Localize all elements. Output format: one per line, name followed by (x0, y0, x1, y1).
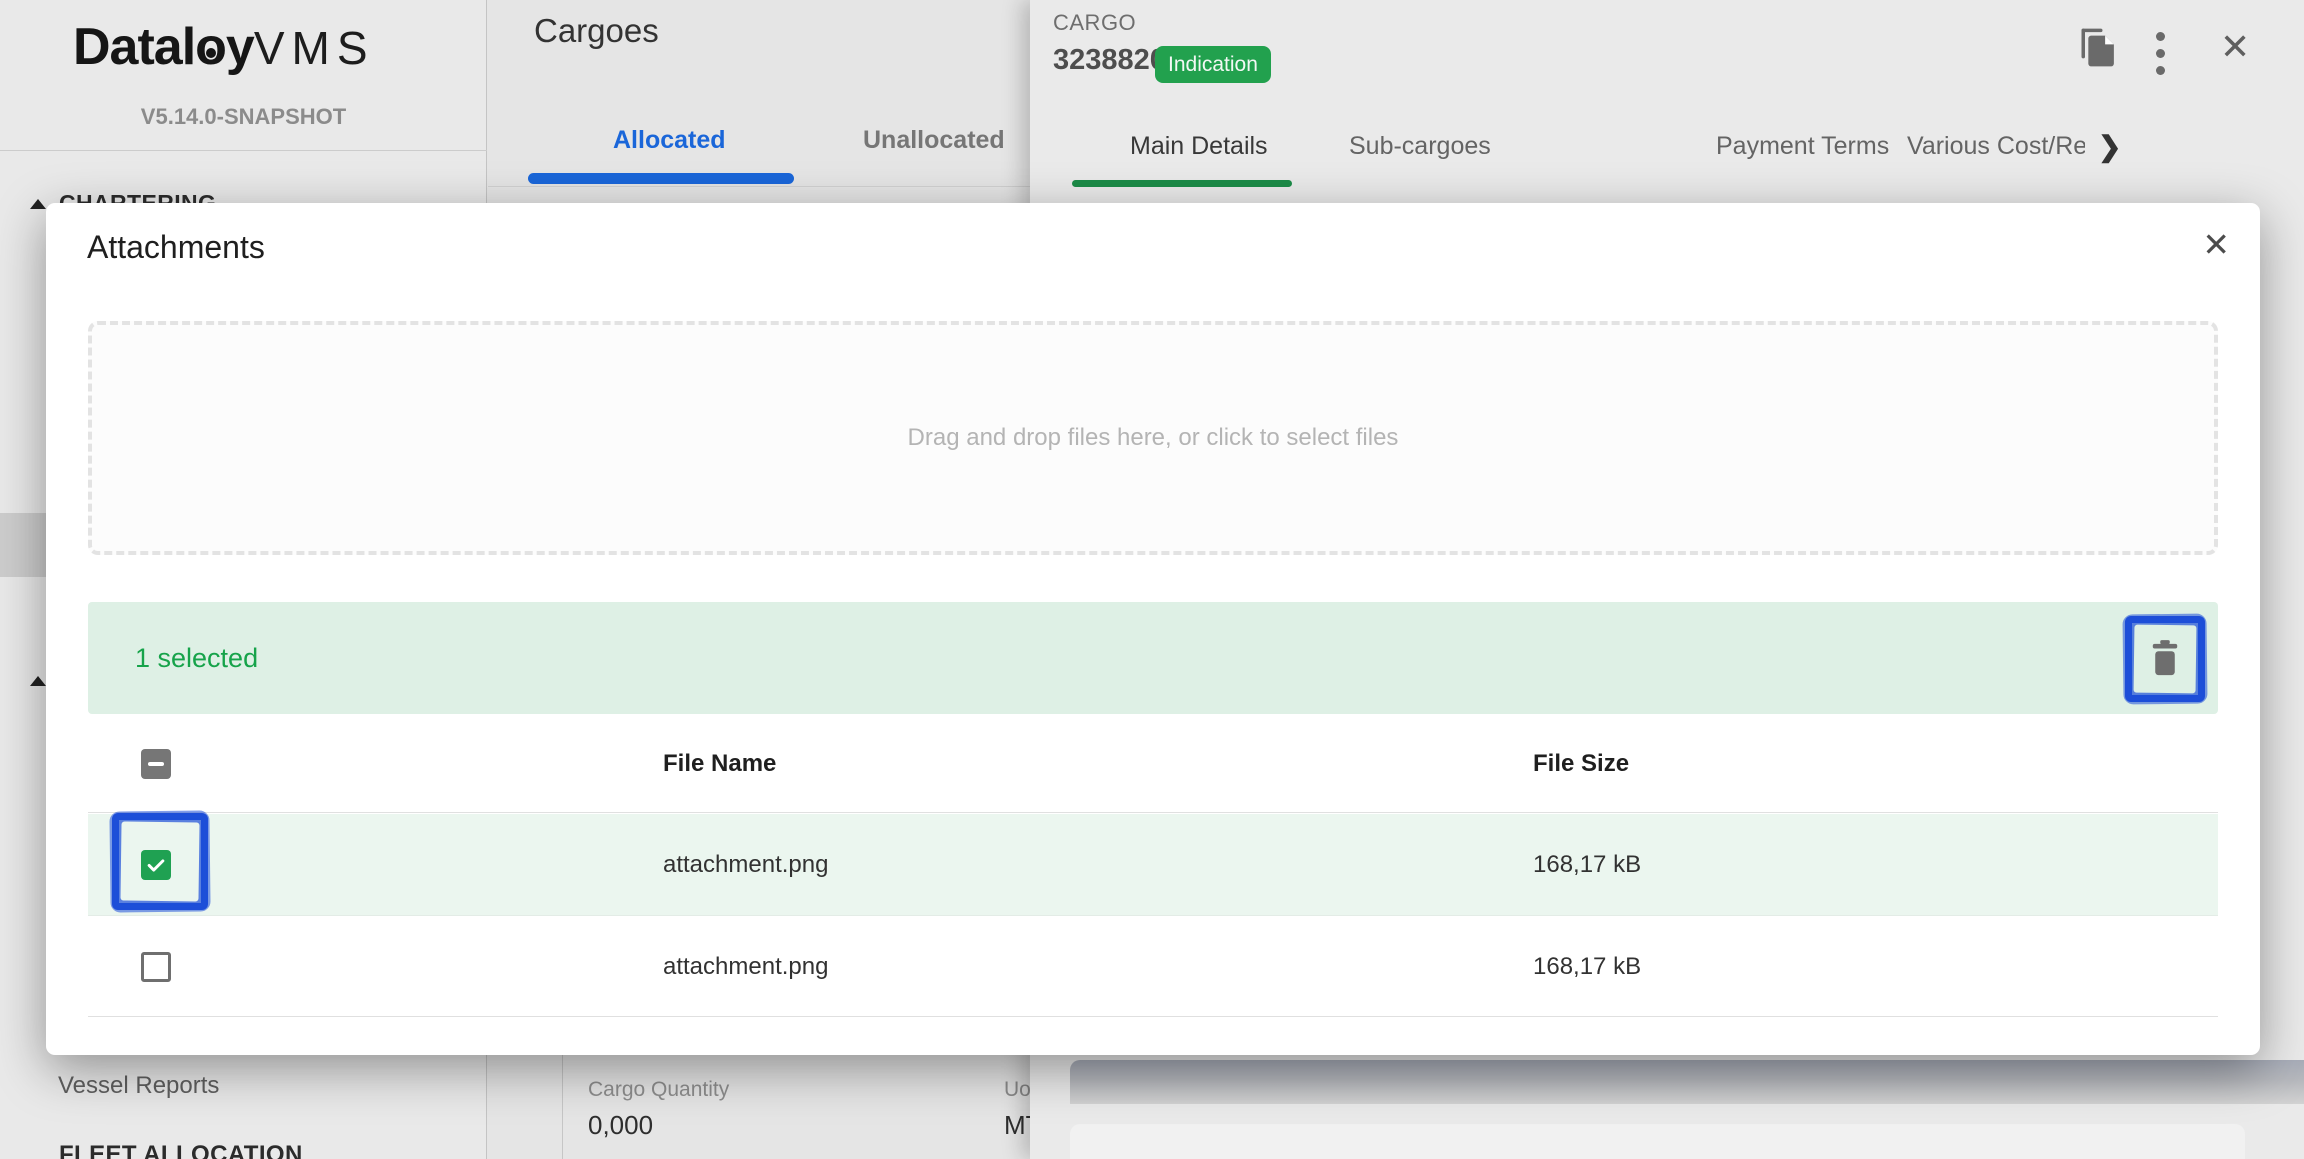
attachments-table-header: File Name File Size (88, 715, 2218, 813)
background-table-header (1070, 1060, 2304, 1104)
close-modal-icon[interactable]: ✕ (2202, 225, 2230, 264)
column-header-file-name[interactable]: File Name (663, 715, 776, 812)
file-size: 168,17 kB (1533, 917, 1641, 1016)
tab-various-cost-revenue[interactable]: Various Cost/Revenu (1907, 132, 2085, 161)
logo-suffix: VMS (254, 22, 375, 74)
logo-text: Dataloy (73, 18, 254, 76)
app-logo: DataloyVMS (73, 17, 413, 77)
page-title: Cargoes (534, 12, 659, 50)
app-version: V5.14.0-SNAPSHOT (0, 104, 487, 130)
table-row[interactable]: attachment.png 168,17 kB (88, 917, 2218, 1017)
collapse-caret-icon[interactable] (30, 676, 46, 686)
cargo-type-label: CARGO (1053, 10, 1136, 36)
file-name: attachment.png (663, 814, 828, 915)
background-card (1070, 1124, 2245, 1159)
tab-allocated[interactable]: Allocated (613, 126, 726, 155)
delete-selected-button[interactable] (2137, 630, 2193, 686)
tabs-scroll-right-icon[interactable]: ❯ (2098, 130, 2121, 163)
sidebar-section-fleet-allocation[interactable]: FLEET ALLOCATION (59, 1141, 303, 1159)
row-checkbox-unchecked[interactable] (141, 952, 171, 982)
dropzone-hint: Drag and drop files here, or click to se… (908, 424, 1399, 452)
sidebar-divider (0, 150, 487, 151)
selection-count: 1 selected (135, 602, 258, 714)
column-header-file-size[interactable]: File Size (1533, 715, 1629, 812)
sidebar-item-vessel-reports[interactable]: Vessel Reports (58, 1072, 219, 1100)
logo-o-mark: o (195, 17, 226, 77)
active-tab-indicator (1072, 180, 1292, 187)
form-card-edge (562, 1054, 563, 1159)
copy-icon[interactable] (2078, 24, 2120, 70)
modal-title: Attachments (87, 229, 265, 266)
cargo-quantity-value[interactable]: 0,000 (588, 1110, 653, 1141)
cargo-quantity-label: Cargo Quantity (588, 1078, 729, 1102)
select-all-checkbox-indeterminate[interactable] (141, 749, 171, 779)
file-name: attachment.png (663, 917, 828, 1016)
tab-payment-terms[interactable]: Payment Terms (1716, 132, 1889, 161)
tab-main-details[interactable]: Main Details (1130, 132, 1268, 161)
tab-sub-cargoes[interactable]: Sub-cargoes (1349, 132, 1491, 161)
attachments-modal: Attachments ✕ Drag and drop files here, … (46, 203, 2260, 1055)
active-tab-indicator (528, 173, 794, 184)
row-checkbox-checked[interactable] (141, 850, 171, 880)
table-row[interactable]: attachment.png 168,17 kB (88, 814, 2218, 916)
checkmark-icon (145, 854, 167, 876)
trash-icon (2147, 639, 2183, 677)
app-window: DataloyVMS V5.14.0-SNAPSHOT CHARTERING V… (0, 0, 2304, 1159)
collapse-caret-icon[interactable] (30, 199, 46, 209)
status-badge: Indication (1155, 46, 1271, 83)
file-size: 168,17 kB (1533, 814, 1641, 915)
more-options-icon[interactable] (2154, 32, 2166, 84)
close-panel-icon[interactable]: ✕ (2220, 26, 2250, 68)
tabs-divider (488, 186, 1030, 187)
file-dropzone[interactable]: Drag and drop files here, or click to se… (88, 321, 2218, 555)
selection-toolbar: 1 selected (88, 602, 2218, 714)
tab-unallocated[interactable]: Unallocated (863, 126, 1005, 155)
